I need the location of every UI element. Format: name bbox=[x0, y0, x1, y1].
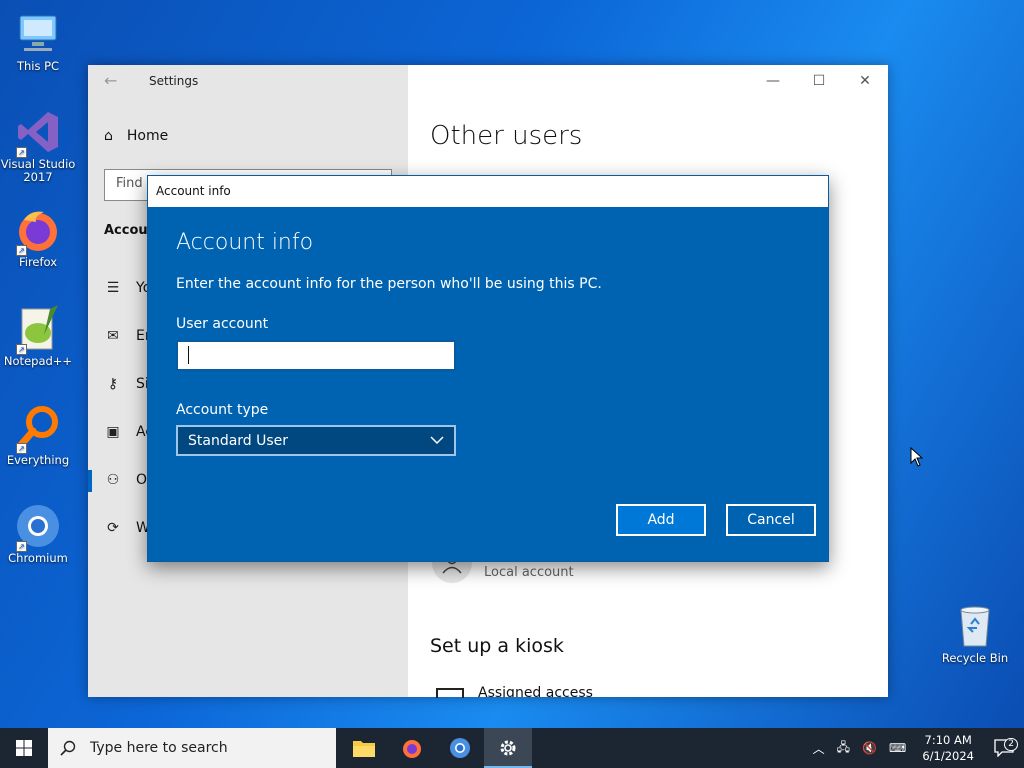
mail-icon: ✉ bbox=[107, 328, 119, 344]
system-tray: ︿ 🖧 🔇 ⌨ 7:10 AM 6/1/2024 2 bbox=[807, 728, 1024, 768]
search-icon bbox=[60, 740, 76, 756]
add-button[interactable]: Add bbox=[616, 504, 706, 536]
taskbar-firefox[interactable] bbox=[388, 728, 436, 768]
window-title: Settings bbox=[149, 74, 199, 88]
desktop-icon-label: Recycle Bin bbox=[941, 651, 1009, 665]
account-info-dialog: Account info Account info Enter the acco… bbox=[147, 175, 829, 562]
volume-muted-icon[interactable]: 🔇 bbox=[856, 741, 883, 755]
person-list-icon: ☰ bbox=[106, 280, 120, 296]
desktop-icon-visual-studio[interactable]: ↗ Visual Studio 2017 bbox=[0, 108, 76, 184]
start-button[interactable] bbox=[0, 728, 48, 768]
account-type-select[interactable]: Standard User bbox=[176, 425, 456, 456]
dialog-description: Enter the account info for the person wh… bbox=[176, 276, 602, 292]
nav-item-sync[interactable]: ⟳ W bbox=[104, 520, 150, 536]
taskbar: Type here to search ︿ 🖧 🔇 ⌨ 7:10 AM 6/1/… bbox=[0, 728, 1024, 768]
windows-logo-icon bbox=[16, 740, 32, 756]
nav-item-your-info[interactable]: ☰ Yo bbox=[104, 280, 152, 296]
desktop-icon-this-pc[interactable]: This PC bbox=[0, 10, 76, 73]
taskbar-file-explorer[interactable] bbox=[340, 728, 388, 768]
mouse-cursor-icon bbox=[910, 446, 924, 471]
clock[interactable]: 7:10 AM 6/1/2024 bbox=[912, 732, 984, 764]
nav-home[interactable]: ⌂ Home bbox=[104, 128, 168, 144]
dialog-heading: Account info bbox=[176, 230, 314, 255]
text-caret bbox=[188, 346, 189, 364]
shortcut-arrow-icon: ↗ bbox=[16, 443, 27, 454]
desktop-icon-recycle-bin[interactable]: Recycle Bin bbox=[937, 602, 1013, 665]
keyboard-icon[interactable]: ⌨ bbox=[883, 741, 912, 755]
firefox-icon: ↗ bbox=[14, 206, 62, 256]
key-icon: ⚷ bbox=[107, 376, 119, 392]
firefox-icon bbox=[403, 740, 421, 758]
chevron-down-icon bbox=[430, 436, 444, 445]
account-type-value: Standard User bbox=[188, 432, 289, 449]
find-placeholder: Find bbox=[116, 176, 143, 191]
kiosk-section-title: Set up a kiosk bbox=[430, 635, 564, 657]
dialog-titlebar: Account info bbox=[148, 176, 828, 207]
shortcut-arrow-icon: ↗ bbox=[16, 245, 27, 256]
account-type-label: Account type bbox=[176, 402, 269, 418]
chromium-icon: ↗ bbox=[14, 502, 62, 552]
clock-time: 7:10 AM bbox=[924, 733, 972, 747]
shortcut-arrow-icon: ↗ bbox=[16, 344, 27, 355]
desktop-icon-everything[interactable]: ↗ Everything bbox=[0, 404, 76, 467]
visual-studio-icon: ↗ bbox=[14, 108, 62, 158]
briefcase-icon: ▣ bbox=[106, 424, 120, 440]
minimize-icon[interactable]: — bbox=[750, 65, 796, 97]
clock-date: 6/1/2024 bbox=[922, 749, 974, 763]
desktop-icon-label: This PC bbox=[16, 59, 60, 73]
kiosk-icon bbox=[436, 688, 464, 698]
page-title: Other users bbox=[430, 121, 583, 151]
taskbar-chromium[interactable] bbox=[436, 728, 484, 768]
gear-icon bbox=[500, 740, 516, 756]
desktop-icon-chromium[interactable]: ↗ Chromium bbox=[0, 502, 76, 565]
everything-search-icon: ↗ bbox=[14, 404, 62, 454]
desktop-icon-notepad-plus-plus[interactable]: ↗ Notepad++ bbox=[0, 305, 76, 368]
user-account-type: Local account bbox=[484, 565, 574, 580]
desktop-icon-label: Visual Studio 2017 bbox=[0, 157, 76, 184]
recycle-bin-icon bbox=[951, 602, 999, 650]
folder-icon bbox=[353, 741, 375, 757]
cancel-button[interactable]: Cancel bbox=[726, 504, 816, 536]
close-icon[interactable]: ✕ bbox=[842, 65, 888, 97]
user-account-input[interactable] bbox=[176, 340, 456, 371]
chevron-up-icon[interactable]: ︿ bbox=[807, 740, 831, 757]
shortcut-arrow-icon: ↗ bbox=[16, 147, 27, 158]
desktop-icon-label: Chromium bbox=[8, 551, 68, 565]
kiosk-item-label[interactable]: Assigned access bbox=[478, 685, 593, 697]
desktop-icon-firefox[interactable]: ↗ Firefox bbox=[0, 206, 76, 269]
desktop-icon-label: Firefox bbox=[18, 255, 58, 269]
notepad-plus-plus-icon: ↗ bbox=[14, 305, 62, 355]
nav-active-indicator bbox=[88, 470, 92, 492]
nav-item-sign-in[interactable]: ⚷ Si bbox=[104, 376, 149, 392]
maximize-icon[interactable]: ☐ bbox=[796, 65, 842, 97]
sync-icon: ⟳ bbox=[107, 520, 119, 536]
notification-count: 2 bbox=[1004, 738, 1018, 751]
person-add-icon: ⚇ bbox=[106, 472, 120, 488]
desktop-icon-label: Notepad++ bbox=[3, 354, 73, 368]
network-icon[interactable]: 🖧 bbox=[831, 738, 856, 759]
nav-item-other-users[interactable]: ⚇ Ot bbox=[104, 472, 153, 488]
taskbar-search-box[interactable]: Type here to search bbox=[48, 728, 336, 768]
taskbar-settings[interactable] bbox=[484, 728, 532, 768]
computer-icon bbox=[14, 10, 62, 58]
home-icon: ⌂ bbox=[104, 128, 113, 144]
nav-item-access-work[interactable]: ▣ Ac bbox=[104, 424, 153, 440]
notification-center-button[interactable]: 2 bbox=[984, 738, 1024, 757]
taskbar-search-placeholder: Type here to search bbox=[90, 740, 228, 756]
back-arrow-icon[interactable]: ← bbox=[104, 71, 117, 90]
shortcut-arrow-icon: ↗ bbox=[16, 541, 27, 552]
user-account-label: User account bbox=[176, 316, 269, 332]
desktop-icon-label: Everything bbox=[6, 453, 70, 467]
nav-home-label: Home bbox=[126, 128, 169, 144]
window-controls: — ☐ ✕ bbox=[750, 65, 888, 97]
nav-section-heading: Accou bbox=[104, 223, 148, 238]
chromium-icon bbox=[450, 738, 470, 758]
